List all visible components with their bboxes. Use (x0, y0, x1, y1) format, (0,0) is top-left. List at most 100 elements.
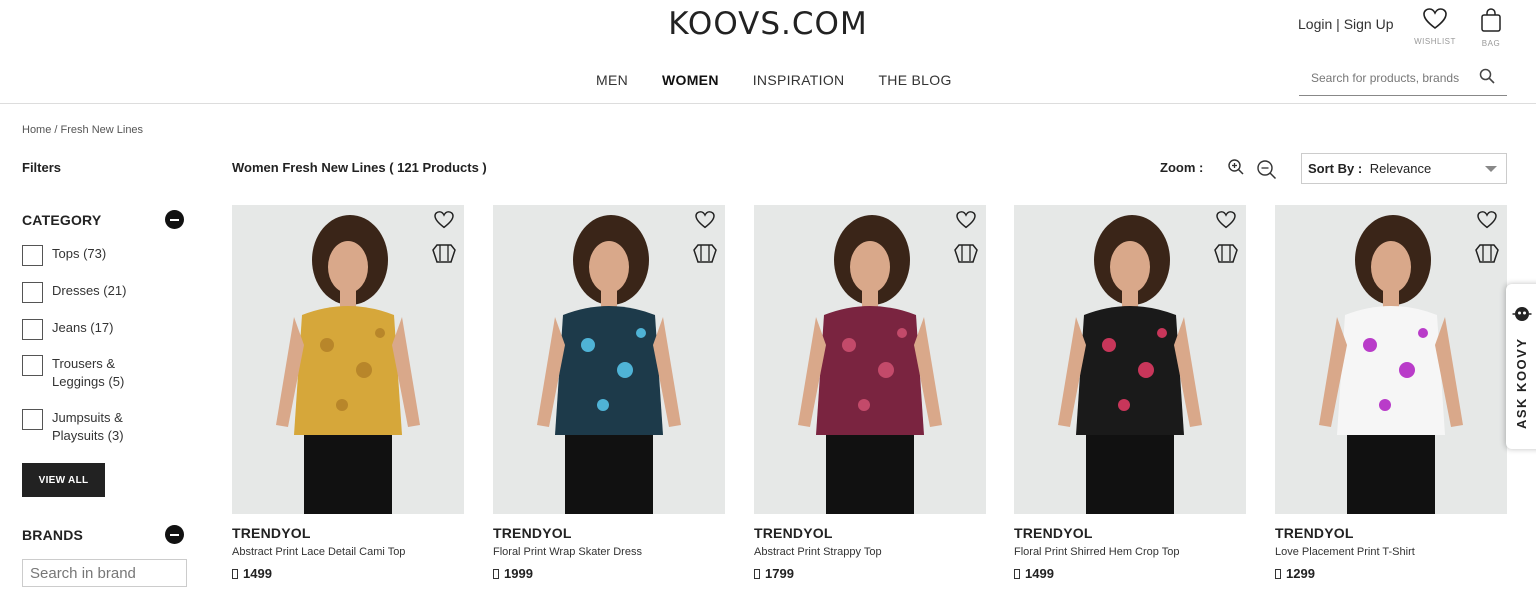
product-brand[interactable]: TRENDYOL (493, 525, 725, 541)
quick-view-icon[interactable] (1474, 242, 1500, 264)
zoom-label: Zoom : (1160, 160, 1204, 175)
product-card[interactable]: TRENDYOL Abstract Print Strappy Top 1799 (754, 205, 986, 581)
main-nav: MEN WOMEN INSPIRATION THE BLOG (596, 72, 986, 88)
product-card[interactable]: TRENDYOL Love Placement Print T-Shirt 1299 (1275, 205, 1507, 581)
wishlist-caption: WISHLIST (1414, 37, 1456, 46)
product-price-value: 1499 (1025, 566, 1054, 581)
ask-koovy-tab[interactable]: ASK KOOVY (1506, 284, 1536, 449)
chatbot-icon (1512, 307, 1532, 321)
model-illustration (798, 215, 942, 514)
collapse-category-icon[interactable] (165, 210, 184, 229)
currency-icon (1275, 569, 1281, 579)
product-name[interactable]: Abstract Print Strappy Top (754, 546, 986, 558)
product-image[interactable] (1275, 205, 1507, 514)
category-label: Jumpsuits & Playsuits (3) (52, 410, 124, 443)
breadcrumb-separator: / (51, 124, 61, 136)
model-illustration (1058, 215, 1202, 514)
category-option[interactable]: Tops (73) (22, 243, 142, 266)
product-brand[interactable]: TRENDYOL (232, 525, 464, 541)
search-input[interactable] (1299, 62, 1469, 94)
product-price: 1799 (754, 566, 986, 581)
product-name[interactable]: Abstract Print Lace Detail Cami Top (232, 546, 464, 558)
category-checkbox[interactable] (22, 355, 43, 376)
product-image[interactable] (232, 205, 464, 514)
site-search (1299, 62, 1507, 96)
heart-icon (1423, 8, 1447, 30)
sort-value: Relevance (1369, 161, 1432, 176)
product-price: 1499 (232, 566, 464, 581)
bag-icon (1481, 8, 1501, 32)
currency-icon (1014, 569, 1020, 579)
brands-title: BRANDS (22, 527, 84, 543)
quick-view-icon[interactable] (692, 242, 718, 264)
product-price: 1299 (1275, 566, 1507, 581)
category-label: Dresses (21) (52, 283, 127, 298)
auth-links: Login | Sign Up (1298, 16, 1394, 32)
breadcrumb-current: Fresh New Lines (60, 124, 144, 136)
product-price-value: 1799 (765, 566, 794, 581)
product-brand[interactable]: TRENDYOL (1275, 525, 1507, 541)
product-price: 1999 (493, 566, 725, 581)
product-card[interactable]: TRENDYOL Floral Print Shirred Hem Crop To… (1014, 205, 1246, 581)
ask-koovy-label: ASK KOOVY (1514, 337, 1529, 429)
currency-icon (754, 569, 760, 579)
auth-separator: | (1336, 16, 1340, 32)
wishlist-heart-icon[interactable] (1216, 211, 1236, 229)
model-illustration (276, 215, 420, 514)
quick-view-icon[interactable] (431, 242, 457, 264)
category-label: Trousers & Leggings (5) (52, 356, 125, 389)
login-link[interactable]: Login (1298, 16, 1332, 32)
nav-item-men[interactable]: MEN (596, 72, 628, 88)
category-label: Tops (73) (52, 246, 107, 261)
category-label: Jeans (17) (52, 320, 114, 335)
zoom-in-icon[interactable] (1227, 158, 1245, 176)
category-option[interactable]: Dresses (21) (22, 280, 142, 303)
sort-dropdown[interactable]: Sort By : Relevance (1301, 153, 1507, 184)
nav-item-blog[interactable]: THE BLOG (878, 72, 951, 88)
category-checkbox[interactable] (22, 319, 43, 340)
nav-item-inspiration[interactable]: INSPIRATION (753, 72, 845, 88)
product-brand[interactable]: TRENDYOL (1014, 525, 1246, 541)
bag-caption: BAG (1481, 39, 1501, 48)
signup-link[interactable]: Sign Up (1344, 16, 1394, 32)
product-image[interactable] (493, 205, 725, 514)
product-price-value: 1499 (243, 566, 272, 581)
bag-button[interactable]: BAG (1469, 8, 1513, 48)
search-icon[interactable] (1479, 68, 1495, 84)
sort-label: Sort By : (1308, 161, 1363, 176)
product-name[interactable]: Floral Print Shirred Hem Crop Top (1014, 546, 1246, 558)
chevron-down-icon (1485, 166, 1497, 172)
breadcrumb: Home / Fresh New Lines (22, 124, 143, 136)
breadcrumb-home[interactable]: Home (22, 124, 51, 136)
zoom-out-icon[interactable] (1256, 159, 1277, 180)
collapse-brands-icon[interactable] (165, 525, 184, 544)
category-option[interactable]: Trousers & Leggings (5) (22, 353, 142, 391)
brand-search-input[interactable] (22, 559, 187, 587)
product-price: 1499 (1014, 566, 1246, 581)
category-checkbox[interactable] (22, 282, 43, 303)
wishlist-button[interactable]: WISHLIST (1413, 8, 1457, 46)
model-illustration (537, 215, 681, 514)
wishlist-heart-icon[interactable] (695, 211, 715, 229)
quick-view-icon[interactable] (953, 242, 979, 264)
product-brand[interactable]: TRENDYOL (754, 525, 986, 541)
filters-title: Filters (22, 160, 62, 175)
category-title: CATEGORY (22, 212, 102, 228)
category-checkbox[interactable] (22, 409, 43, 430)
category-option[interactable]: Jumpsuits & Playsuits (3) (22, 407, 142, 445)
wishlist-heart-icon[interactable] (1477, 211, 1497, 229)
product-name[interactable]: Love Placement Print T-Shirt (1275, 546, 1507, 558)
nav-item-women[interactable]: WOMEN (662, 72, 719, 88)
wishlist-heart-icon[interactable] (434, 211, 454, 229)
product-card[interactable]: TRENDYOL Floral Print Wrap Skater Dress 19… (493, 205, 725, 581)
currency-icon (493, 569, 499, 579)
view-all-button[interactable]: VIEW ALL (22, 463, 105, 497)
product-image[interactable] (1014, 205, 1246, 514)
product-image[interactable] (754, 205, 986, 514)
quick-view-icon[interactable] (1213, 242, 1239, 264)
product-name[interactable]: Floral Print Wrap Skater Dress (493, 546, 725, 558)
category-checkbox[interactable] (22, 245, 43, 266)
wishlist-heart-icon[interactable] (956, 211, 976, 229)
category-option[interactable]: Jeans (17) (22, 317, 142, 340)
product-card[interactable]: TRENDYOL Abstract Print Lace Detail Cami … (232, 205, 464, 581)
